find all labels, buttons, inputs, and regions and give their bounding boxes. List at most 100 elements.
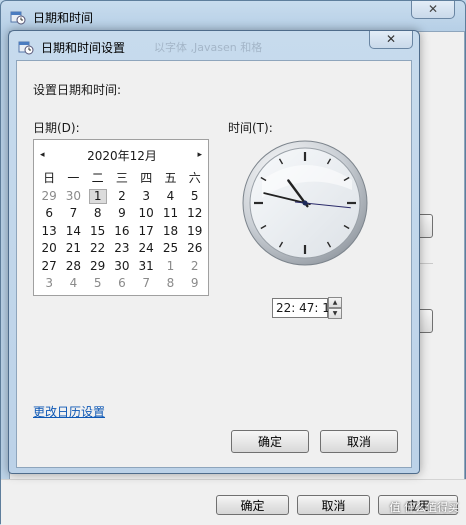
- calendar-day-label: 30: [114, 258, 130, 273]
- calendar-next-month-icon[interactable]: ▸: [197, 150, 202, 160]
- calendar-day-label: 30: [65, 188, 82, 203]
- calendar-day[interactable]: 25: [158, 240, 182, 258]
- calendar-day-label: 2: [190, 258, 199, 273]
- calendar-day[interactable]: 24: [134, 240, 158, 258]
- calendar-day-label: 21: [65, 241, 82, 255]
- calendar-day[interactable]: 17: [134, 223, 158, 241]
- ok-button[interactable]: 确定: [231, 430, 309, 453]
- calendar-day-label: 15: [90, 223, 106, 238]
- calendar-day[interactable]: 13: [37, 223, 61, 241]
- calendar-day-label: 25: [162, 241, 179, 255]
- calendar-day[interactable]: 3: [37, 275, 61, 293]
- calendar-day[interactable]: 12: [183, 205, 207, 223]
- calendar-day[interactable]: 8: [86, 205, 110, 223]
- date-time-settings-dialog: 日期和时间设置 以字体 ,Javasen 和格 ✕ 设置日期和时间: 日期(D)…: [8, 30, 420, 474]
- calendar-day[interactable]: 16: [110, 223, 134, 241]
- calendar-day[interactable]: 8: [158, 275, 182, 293]
- calendar-day[interactable]: 14: [61, 223, 85, 241]
- calendar-day-label: 14: [65, 223, 82, 238]
- calendar-day-label: 17: [138, 223, 154, 238]
- calendar-day-label: 22: [90, 241, 106, 255]
- calendar-day[interactable]: 5: [86, 275, 110, 293]
- calendar-day-label: 4: [166, 188, 175, 203]
- weekday-header: 四: [140, 171, 153, 185]
- clock-center-pin: [302, 200, 308, 206]
- calendar-day-label: 1: [93, 188, 102, 203]
- time-spinner: ▲ ▼: [328, 297, 342, 319]
- calendar-day[interactable]: 4: [61, 275, 85, 293]
- calendar-month-title[interactable]: 2020年12月: [34, 147, 210, 164]
- calendar-day[interactable]: 3: [134, 188, 158, 206]
- calendar-day[interactable]: 19: [183, 223, 207, 241]
- calendar-day-label: 11: [162, 206, 179, 220]
- calendar-day-label: 29: [90, 258, 106, 273]
- calendar-day[interactable]: 30: [110, 258, 134, 276]
- calendar-day[interactable]: 5: [183, 188, 207, 206]
- calendar-day-label: 29: [41, 188, 57, 203]
- calendar-grid: 日一二三四五六 29 30 1 2 3 4 5 6 7 8 9 10 11 12 13 14 15 16 17 18 19…: [37, 170, 207, 293]
- calendar-day[interactable]: 9: [183, 275, 207, 293]
- calendar-day-label: 18: [162, 223, 179, 238]
- date-time-app-icon: [10, 11, 26, 25]
- calendar-day-label: 1: [166, 258, 175, 273]
- calendar-day[interactable]: 27: [37, 258, 61, 276]
- calendar-day[interactable]: 20: [37, 240, 61, 258]
- calendar-day-label: 2: [118, 188, 126, 203]
- cancel-button[interactable]: 取消: [320, 430, 398, 453]
- calendar-day[interactable]: 6: [110, 275, 134, 293]
- calendar-day[interactable]: 10: [134, 205, 158, 223]
- calendar-day[interactable]: 21: [61, 240, 85, 258]
- calendar-day[interactable]: 7: [134, 275, 158, 293]
- calendar-day[interactable]: 6: [37, 205, 61, 223]
- change-calendar-settings-link[interactable]: 更改日历设置: [33, 403, 105, 420]
- calendar-day-label: 6: [45, 206, 53, 220]
- calendar-day[interactable]: 30: [61, 188, 85, 206]
- calendar-day-selected[interactable]: 1: [86, 188, 110, 206]
- calendar-day[interactable]: 18: [158, 223, 182, 241]
- calendar-day[interactable]: 2: [183, 258, 207, 276]
- time-decrement-icon[interactable]: ▼: [328, 308, 342, 319]
- calendar-day-label: 4: [69, 276, 78, 290]
- calendar-day-label: 23: [114, 241, 130, 255]
- calendar-day[interactable]: 9: [110, 205, 134, 223]
- parent-cancel-button[interactable]: 取消: [297, 495, 370, 515]
- calendar-day-label: 16: [114, 223, 130, 238]
- calendar-day[interactable]: 4: [158, 188, 182, 206]
- calendar-day-label: 24: [138, 241, 154, 255]
- weekday-header: 日: [43, 171, 56, 185]
- calendar-day[interactable]: 7: [61, 205, 85, 223]
- calendar[interactable]: ◂ 2020年12月 ▸ 日一二三四五六 29 30 1 2 3 4 5 6 7 8 9 10 11 12 1…: [33, 139, 209, 296]
- calendar-day-label: 20: [41, 241, 57, 255]
- calendar-day[interactable]: 11: [158, 205, 182, 223]
- dialog-close-button[interactable]: ✕: [369, 31, 413, 49]
- calendar-day[interactable]: 1: [158, 258, 182, 276]
- calendar-day-label: 3: [142, 188, 151, 203]
- parent-close-button[interactable]: ✕: [411, 1, 455, 19]
- weekday-header: 六: [188, 171, 201, 185]
- calendar-day[interactable]: 2: [110, 188, 134, 206]
- weekday-header: 三: [115, 171, 128, 185]
- time-label: 时间(T):: [228, 121, 273, 135]
- calendar-day[interactable]: 23: [110, 240, 134, 258]
- calendar-day-label: 28: [65, 258, 82, 273]
- calendar-day-label: 6: [118, 276, 126, 290]
- calendar-day[interactable]: 28: [61, 258, 85, 276]
- weekday-header: 五: [164, 171, 177, 185]
- time-increment-icon[interactable]: ▲: [328, 297, 342, 308]
- dialog-title-ghost-text: 以字体 ,Javasen 和格: [154, 41, 263, 54]
- weekday-header: 二: [91, 171, 104, 185]
- calendar-day-label: 26: [187, 241, 203, 255]
- calendar-day[interactable]: 15: [86, 223, 110, 241]
- time-input[interactable]: 22: 47: 16: [272, 298, 338, 318]
- calendar-day-label: 27: [41, 258, 57, 273]
- calendar-day-label: 9: [190, 276, 199, 290]
- calendar-day-label: 5: [190, 188, 199, 203]
- calendar-day[interactable]: 26: [183, 240, 207, 258]
- parent-ok-button[interactable]: 确定: [216, 495, 289, 515]
- calendar-day[interactable]: 29: [86, 258, 110, 276]
- calendar-day[interactable]: 22: [86, 240, 110, 258]
- calendar-day-label: 12: [187, 206, 203, 220]
- calendar-day-label: 8: [93, 206, 102, 220]
- calendar-day[interactable]: 29: [37, 188, 61, 206]
- calendar-day[interactable]: 31: [134, 258, 158, 276]
